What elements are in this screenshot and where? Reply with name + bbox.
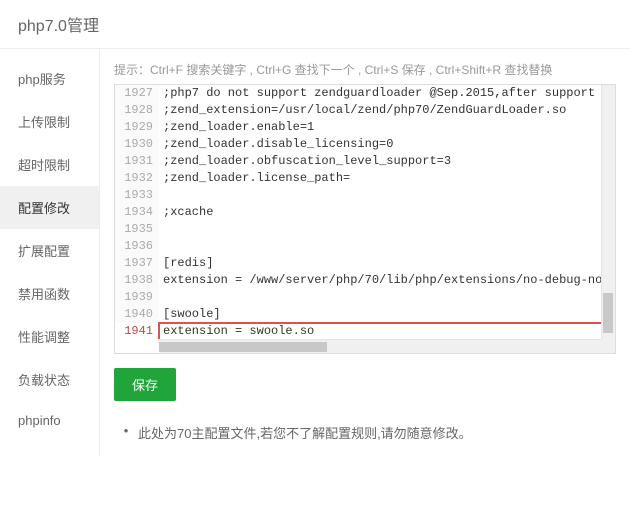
sidebar-item-timeout-limit[interactable]: 超时限制 — [0, 143, 99, 186]
line-code[interactable] — [159, 238, 615, 255]
editor-line[interactable]: 1940[swoole] — [115, 306, 615, 323]
horizontal-scrollbar[interactable] — [159, 339, 601, 353]
line-number: 1932 — [115, 170, 159, 187]
editor-line[interactable]: 1931;zend_loader.obfuscation_level_suppo… — [115, 153, 615, 170]
line-number: 1937 — [115, 255, 159, 272]
editor-line[interactable]: 1938extension = /www/server/php/70/lib/p… — [115, 272, 615, 289]
line-code[interactable] — [159, 187, 615, 204]
line-code[interactable] — [159, 221, 615, 238]
line-number: 1938 — [115, 272, 159, 289]
editor-line[interactable]: 1929;zend_loader.enable=1 — [115, 119, 615, 136]
sidebar-item-config-edit[interactable]: 配置修改 — [0, 186, 99, 229]
line-code[interactable]: ;zend_loader.disable_licensing=0 — [159, 136, 615, 153]
container: php服务 上传限制 超时限制 配置修改 扩展配置 禁用函数 性能调整 负载状态… — [0, 49, 630, 456]
page-title: php7.0管理 — [0, 0, 630, 49]
sidebar-item-phpinfo[interactable]: phpinfo — [0, 401, 99, 440]
line-number: 1936 — [115, 238, 159, 255]
line-code[interactable]: ;php7 do not support zendguardloader @Se… — [159, 85, 615, 102]
code-editor[interactable]: 1927;php7 do not support zendguardloader… — [114, 84, 616, 354]
line-code[interactable]: [swoole] — [159, 306, 615, 323]
sidebar-item-load-status[interactable]: 负载状态 — [0, 358, 99, 401]
shortcut-hint: 提示：Ctrl+F 搜索关键字 , Ctrl+G 查找下一个 , Ctrl+S … — [114, 61, 616, 78]
editor-line[interactable]: 1936 — [115, 238, 615, 255]
line-code[interactable]: ;zend_loader.enable=1 — [159, 119, 615, 136]
line-number: 1927 — [115, 85, 159, 102]
line-number: 1930 — [115, 136, 159, 153]
line-number: 1939 — [115, 289, 159, 306]
sidebar-item-upload-limit[interactable]: 上传限制 — [0, 100, 99, 143]
line-code[interactable]: ;zend_loader.obfuscation_level_support=3 — [159, 153, 615, 170]
editor-line[interactable]: 1941extension = swoole.so — [115, 323, 615, 339]
editor-line[interactable]: 1933 — [115, 187, 615, 204]
config-warning-text: 此处为70主配置文件,若您不了解配置规则,请勿随意修改。 — [138, 423, 472, 442]
editor-line[interactable]: 1927;php7 do not support zendguardloader… — [115, 85, 615, 102]
line-code[interactable]: ;zend_loader.license_path= — [159, 170, 615, 187]
editor-line[interactable]: 1934;xcache — [115, 204, 615, 221]
line-code[interactable]: extension = /www/server/php/70/lib/php/e… — [159, 272, 615, 289]
sidebar: php服务 上传限制 超时限制 配置修改 扩展配置 禁用函数 性能调整 负载状态… — [0, 49, 100, 456]
line-number: 1940 — [115, 306, 159, 323]
vertical-scrollbar-thumb[interactable] — [603, 293, 613, 333]
editor-line[interactable]: 1928;zend_extension=/usr/local/zend/php7… — [115, 102, 615, 119]
main-panel: 提示：Ctrl+F 搜索关键字 , Ctrl+G 查找下一个 , Ctrl+S … — [100, 49, 630, 456]
line-code[interactable]: ;xcache — [159, 204, 615, 221]
line-number: 1928 — [115, 102, 159, 119]
editor-line[interactable]: 1937[redis] — [115, 255, 615, 272]
line-number: 1931 — [115, 153, 159, 170]
sidebar-item-php-service[interactable]: php服务 — [0, 57, 99, 100]
sidebar-item-extension-config[interactable]: 扩展配置 — [0, 229, 99, 272]
editor-line[interactable]: 1935 — [115, 221, 615, 238]
line-number: 1929 — [115, 119, 159, 136]
editor-line[interactable]: 1932;zend_loader.license_path= — [115, 170, 615, 187]
scrollbar-corner — [601, 339, 615, 353]
sidebar-item-disabled-functions[interactable]: 禁用函数 — [0, 272, 99, 315]
editor-line[interactable]: 1930;zend_loader.disable_licensing=0 — [115, 136, 615, 153]
config-warning: • 此处为70主配置文件,若您不了解配置规则,请勿随意修改。 — [114, 423, 616, 442]
bullet-icon: • — [114, 423, 138, 438]
editor-scroll[interactable]: 1927;php7 do not support zendguardloader… — [115, 85, 615, 339]
line-number: 1933 — [115, 187, 159, 204]
line-code[interactable] — [159, 289, 615, 306]
line-code[interactable]: extension = swoole.so — [159, 323, 615, 339]
line-code[interactable]: ;zend_extension=/usr/local/zend/php70/Ze… — [159, 102, 615, 119]
line-code[interactable]: [redis] — [159, 255, 615, 272]
sidebar-item-performance[interactable]: 性能调整 — [0, 315, 99, 358]
horizontal-scrollbar-thumb[interactable] — [159, 342, 327, 352]
line-number: 1934 — [115, 204, 159, 221]
line-number: 1941 — [115, 323, 159, 339]
vertical-scrollbar[interactable] — [601, 85, 615, 339]
editor-line[interactable]: 1939 — [115, 289, 615, 306]
line-number: 1935 — [115, 221, 159, 238]
save-button[interactable]: 保存 — [114, 368, 176, 401]
